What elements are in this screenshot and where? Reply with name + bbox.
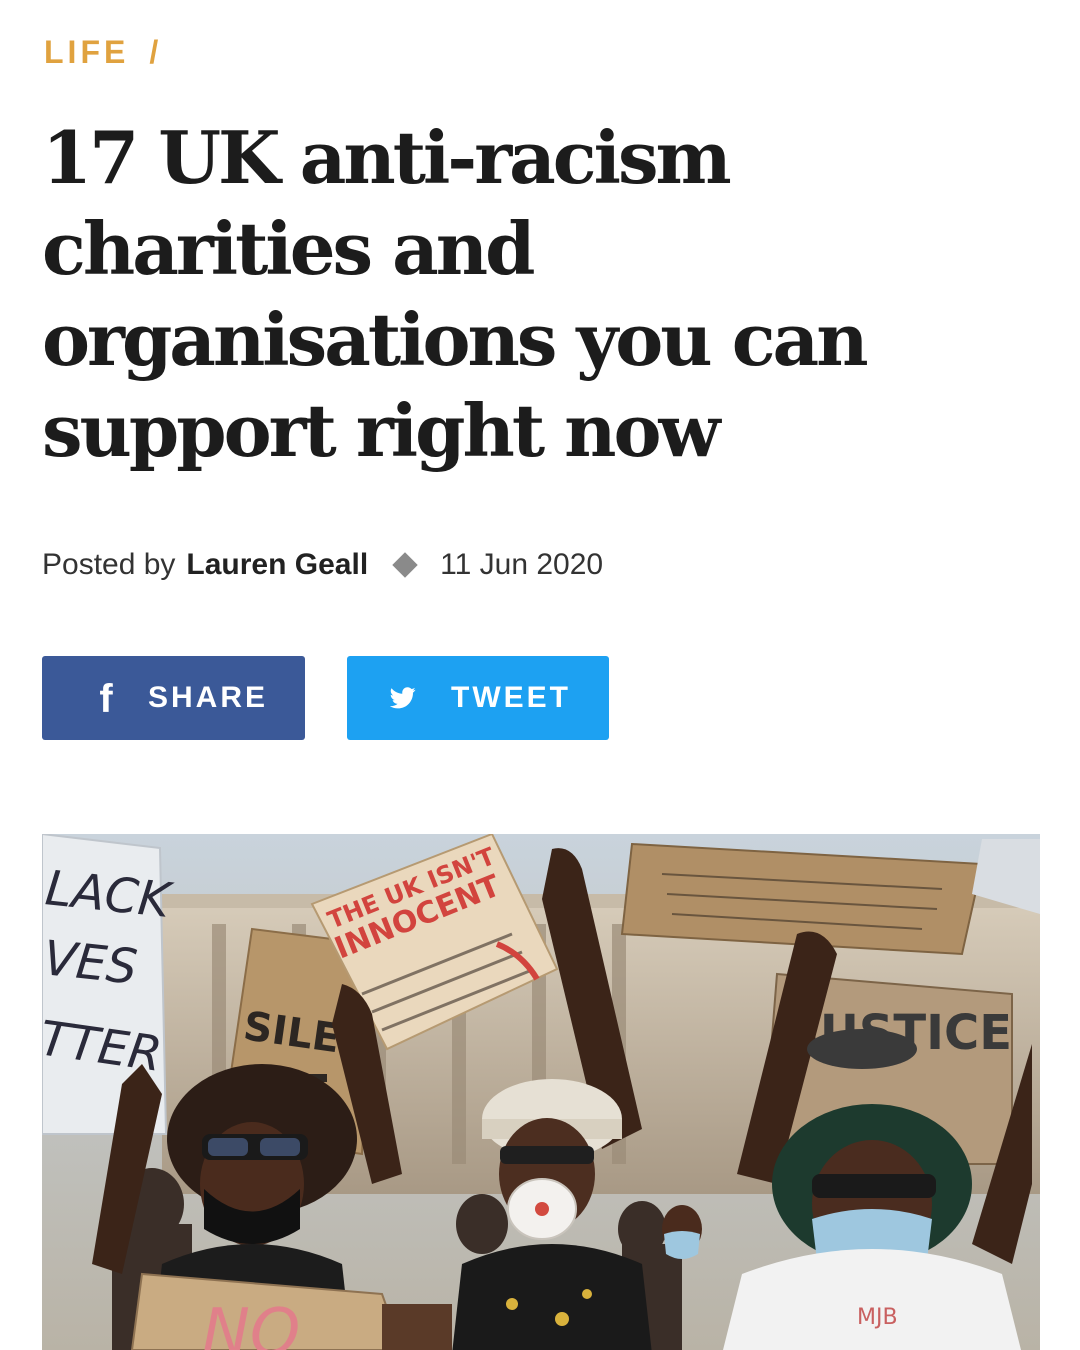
byline: Posted by Lauren Geall 11 Jun 2020 [42, 548, 603, 582]
bottom-sign-text: NO [202, 1296, 300, 1350]
left-sign-line2: VES [42, 930, 140, 995]
breadcrumb-separator: / [149, 34, 163, 70]
facebook-share-button[interactable]: f SHARE [42, 656, 305, 740]
byline-prefix: Posted by [42, 548, 176, 581]
protest-photo: LACK VES TTER SILEN THE UK ISN'T INNOCEN… [42, 834, 1040, 1350]
facebook-icon: f [99, 677, 113, 721]
twitter-tweet-button[interactable]: TWEET [347, 656, 609, 740]
share-buttons: f SHARE TWEET [42, 656, 609, 740]
article-title: 17 UK anti-racism charities and organisa… [42, 115, 869, 473]
article-page: LIFE / 17 UK anti-racism charities and o… [42, 0, 1040, 1350]
facebook-share-label: SHARE [148, 681, 269, 714]
hero-image: LACK VES TTER SILEN THE UK ISN'T INNOCEN… [42, 834, 1040, 1350]
twitter-tweet-label: TWEET [451, 681, 571, 714]
breadcrumb: LIFE / [44, 34, 162, 71]
diamond-separator-icon [392, 552, 418, 578]
publish-date: 11 Jun 2020 [440, 548, 604, 581]
author-link[interactable]: Lauren Geall [186, 548, 368, 582]
svg-text:MJB: MJB [857, 1305, 898, 1330]
twitter-bird-icon [389, 687, 417, 709]
breadcrumb-section-link[interactable]: LIFE [44, 34, 129, 71]
